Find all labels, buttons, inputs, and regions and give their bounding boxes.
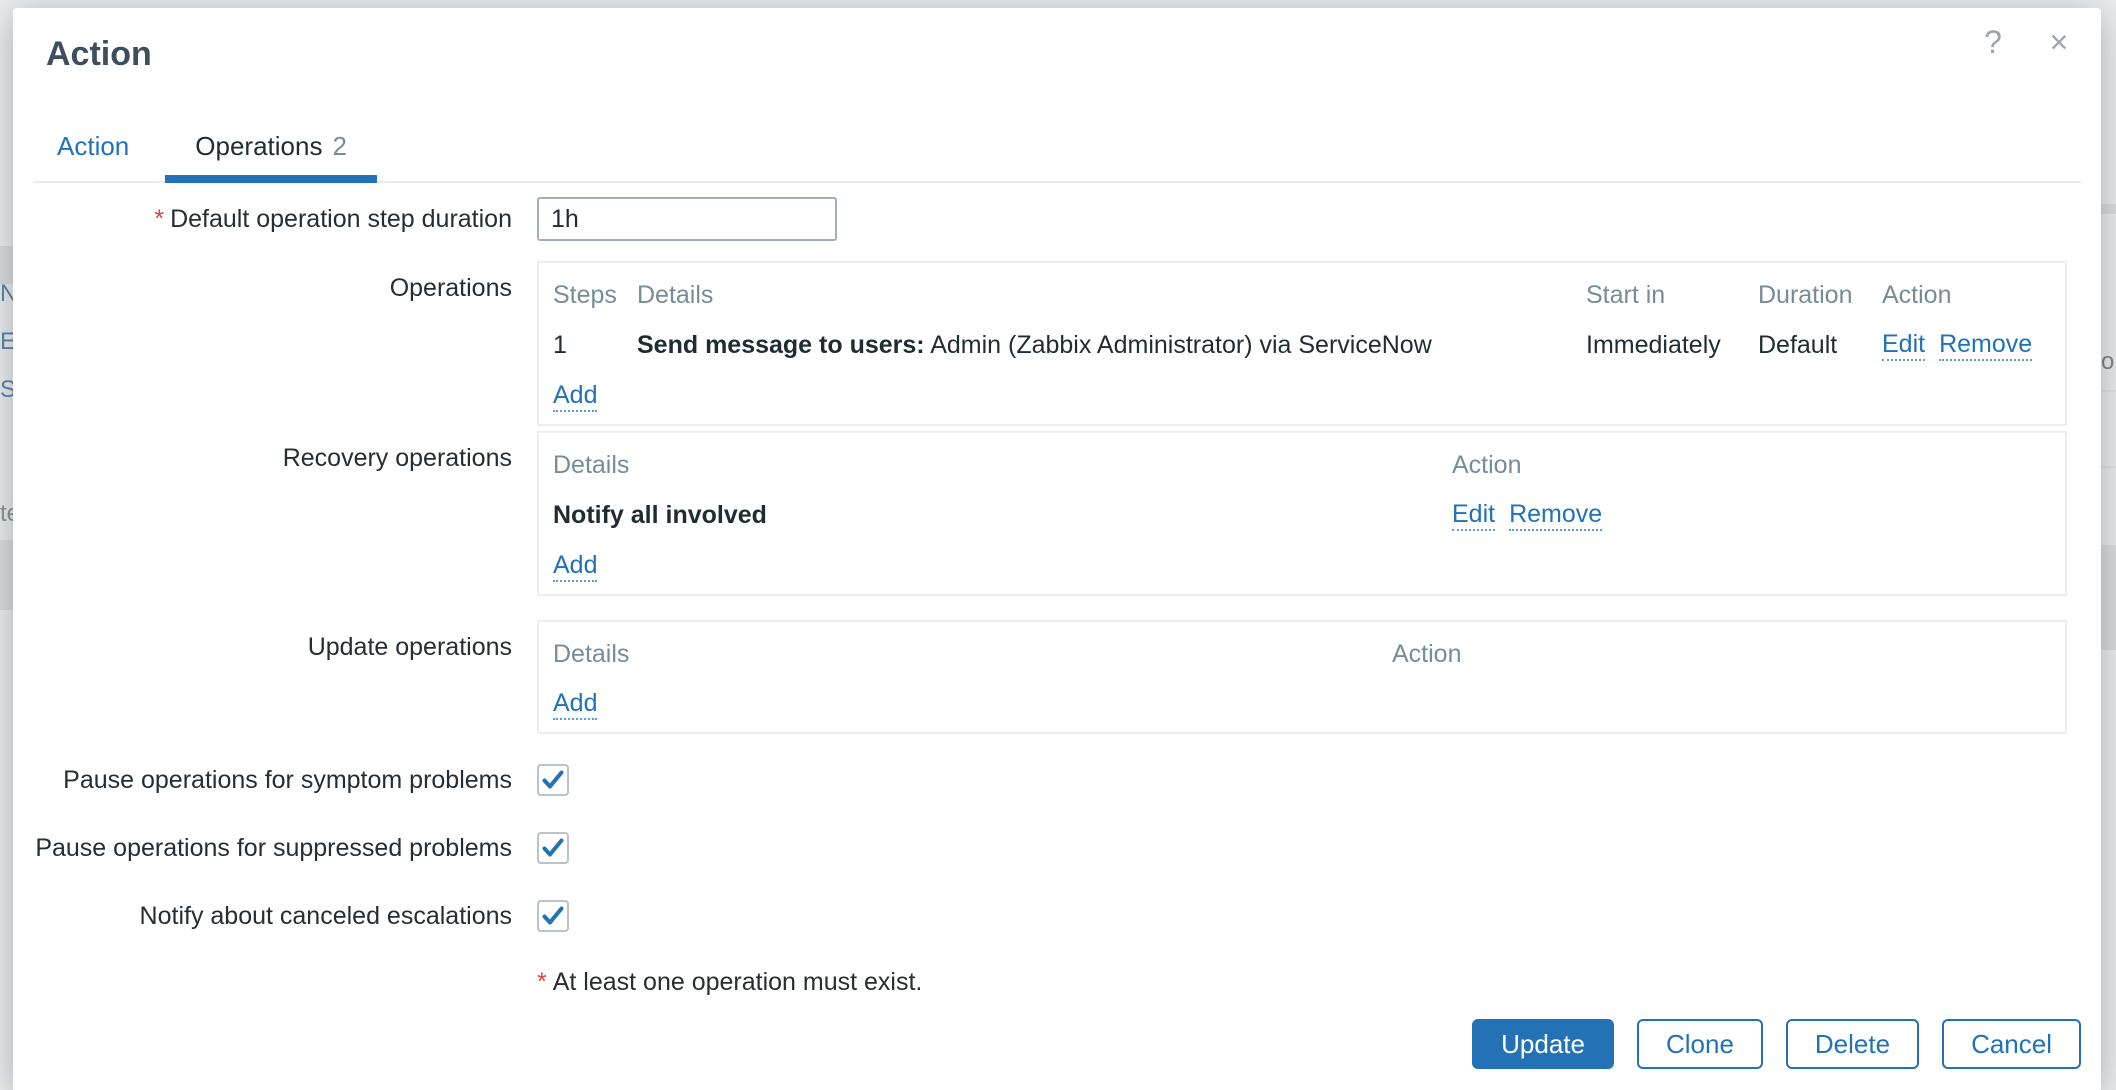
notify-canceled-checkbox[interactable] — [537, 900, 569, 932]
cancel-button[interactable]: Cancel — [1942, 1019, 2081, 1069]
background-band — [2101, 204, 2116, 214]
recovery-operations-table: Details Action Notify all involved Edit R… — [537, 431, 2067, 596]
background-text-fragment: te — [0, 500, 14, 528]
close-icon[interactable]: × — [2039, 24, 2079, 60]
duration-input[interactable] — [537, 197, 837, 241]
required-asterisk: * — [537, 968, 547, 996]
background-text-fragment: Se — [0, 376, 14, 404]
update-add-row: Add — [553, 679, 2051, 724]
pause-suppressed-row: Pause operations for suppressed problems — [33, 832, 2081, 864]
update-table-header: Details Action — [553, 632, 2051, 679]
background-line — [2101, 390, 2116, 392]
add-recovery-operation-link[interactable]: Add — [553, 552, 597, 582]
pause-symptom-row: Pause operations for symptom problems — [33, 764, 2081, 796]
update-operations-row: Update operations Details Action Add — [33, 620, 2081, 734]
tab-operations-label: Operations — [195, 131, 322, 161]
operation-start-in: Immediately — [1586, 321, 1758, 370]
operations-add-row: Add — [553, 371, 2051, 416]
column-header-action: Action — [1452, 443, 2051, 490]
column-header-details: Details — [553, 632, 1392, 679]
check-icon — [541, 836, 565, 860]
background-text-fragment: Na — [0, 280, 14, 308]
update-button[interactable]: Update — [1472, 1019, 1614, 1069]
tab-operations[interactable]: Operations 2 — [165, 133, 377, 183]
dialog-title: Action — [46, 8, 2081, 72]
recovery-operation-actions: Edit Remove — [1452, 490, 2051, 541]
duration-label: *Default operation step duration — [33, 197, 512, 241]
duration-row: *Default operation step duration — [33, 197, 2081, 241]
operations-label: Operations — [33, 261, 512, 303]
column-header-duration: Duration — [1758, 273, 1882, 320]
pause-suppressed-label: Pause operations for suppressed problems — [33, 832, 512, 864]
check-icon — [541, 904, 565, 928]
recovery-table-row: Notify all involved Edit Remove — [553, 490, 2051, 541]
add-operation-link[interactable]: Add — [553, 382, 597, 412]
recovery-table-header: Details Action — [553, 443, 2051, 490]
pause-symptom-label: Pause operations for symptom problems — [33, 764, 512, 796]
update-operations-table: Details Action Add — [537, 620, 2067, 734]
dialog-footer: Update Clone Delete Cancel — [1472, 1019, 2081, 1069]
column-header-details: Details — [637, 273, 1586, 320]
action-dialog: Action ? × Action Operations2 *Default o… — [13, 8, 2101, 1090]
background-band — [0, 246, 13, 284]
check-icon — [541, 768, 565, 792]
update-operations-label: Update operations — [33, 620, 512, 662]
pause-symptom-checkbox[interactable] — [537, 764, 569, 796]
pause-suppressed-checkbox[interactable] — [537, 832, 569, 864]
operations-table-header: Steps Details Start in Duration Action — [553, 273, 2051, 320]
background-band — [2101, 545, 2116, 650]
required-asterisk: * — [154, 205, 164, 233]
operation-details: Send message to users: Admin (Zabbix Adm… — [637, 321, 1586, 370]
column-header-action: Action — [1392, 632, 2051, 679]
operations-table: Steps Details Start in Duration Action 1… — [537, 261, 2067, 426]
background-line — [2101, 466, 2116, 468]
duration-label-text: Default operation step duration — [170, 205, 512, 233]
form-hint-text: At least one operation must exist. — [553, 968, 923, 996]
recovery-operation-details: Notify all involved — [553, 491, 1452, 540]
column-header-steps: Steps — [553, 273, 637, 320]
recovery-operations-row: Recovery operations Details Action Notif… — [33, 431, 2081, 596]
operation-actions: Edit Remove — [1882, 320, 2051, 371]
operations-table-row: 1 Send message to users: Admin (Zabbix A… — [553, 320, 2051, 371]
column-header-start-in: Start in — [1586, 273, 1758, 320]
edit-link[interactable]: Edit — [1452, 501, 1495, 531]
notify-canceled-row: Notify about canceled escalations — [33, 900, 2081, 932]
recovery-add-row: Add — [553, 541, 2051, 586]
operation-duration: Default — [1758, 321, 1882, 370]
recovery-operations-label: Recovery operations — [33, 431, 512, 473]
notify-canceled-label: Notify about canceled escalations — [33, 900, 512, 932]
tab-operations-count: 2 — [332, 131, 346, 161]
help-icon[interactable]: ? — [1973, 24, 2013, 60]
background-text-fragment: or — [2101, 348, 2116, 376]
form-hint: *At least one operation must exist. — [537, 968, 2081, 997]
column-header-details: Details — [553, 443, 1452, 490]
remove-link[interactable]: Remove — [1509, 501, 1602, 531]
operation-target: Admin (Zabbix Administrator) via Service… — [925, 331, 1432, 359]
background-text-fragment: Er — [0, 328, 14, 356]
tab-action[interactable]: Action — [35, 133, 165, 183]
clone-button[interactable]: Clone — [1637, 1019, 1763, 1069]
remove-link[interactable]: Remove — [1939, 331, 2032, 361]
add-update-operation-link[interactable]: Add — [553, 690, 597, 720]
background-band — [0, 540, 13, 610]
operations-row: Operations Steps Details Start in Durati… — [33, 261, 2081, 426]
operation-type: Send message to users: — [637, 331, 925, 359]
delete-button[interactable]: Delete — [1786, 1019, 1919, 1069]
edit-link[interactable]: Edit — [1882, 331, 1925, 361]
operation-step: 1 — [553, 321, 637, 370]
tab-bar: Action Operations 2 — [33, 133, 2081, 183]
column-header-action: Action — [1882, 273, 2051, 320]
